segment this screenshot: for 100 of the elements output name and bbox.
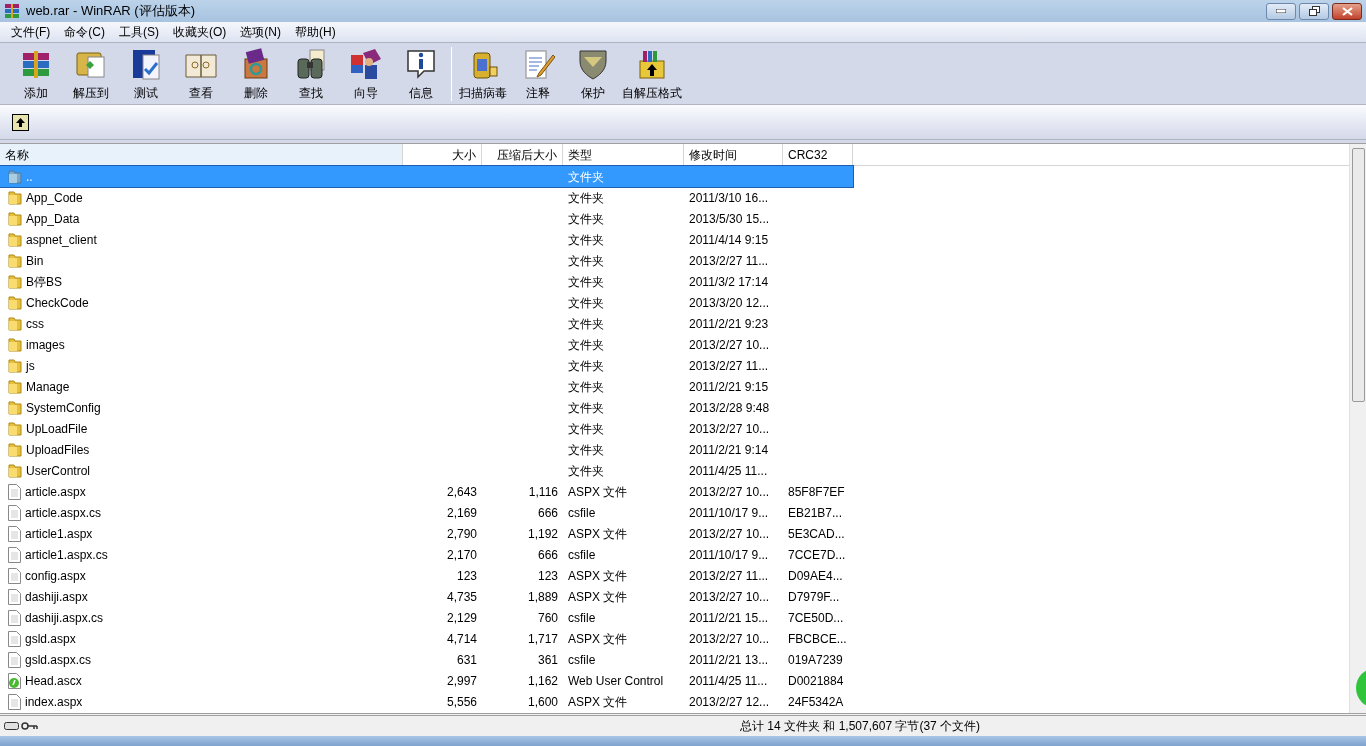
table-cell-text: UpLoadFile: [26, 420, 88, 438]
file-row[interactable]: App_Code 文件夹 2011/3/10 16...: [0, 187, 853, 208]
file-row[interactable]: App_Data 文件夹 2013/5/30 15...: [0, 208, 853, 229]
file-row[interactable]: gsld.aspx.cs 631 361 csfile 2011/2/21 13... 019A7239: [0, 649, 853, 670]
restore-button[interactable]: [1299, 2, 1329, 20]
drive-lock-icon: [4, 720, 38, 732]
toolbar-button[interactable]: 查找: [283, 47, 338, 103]
file-row[interactable]: images 文件夹 2013/2/27 10...: [0, 334, 853, 355]
table-cell-text: js: [26, 357, 35, 375]
close-button[interactable]: [1332, 2, 1362, 20]
table-cell-text: 2,169: [446, 504, 477, 522]
table-cell-text: 文件夹: [568, 168, 604, 186]
menu-item[interactable]: 文件(F): [4, 23, 58, 41]
table-cell-text: 2011/10/17 9...: [689, 546, 769, 564]
menu-item[interactable]: 帮助(H): [288, 23, 343, 41]
table-cell-text: csfile: [568, 651, 596, 669]
table-cell-text: 2011/2/21 9:14: [689, 441, 769, 459]
document-icon: [8, 546, 21, 563]
vertical-scrollbar[interactable]: [1349, 144, 1366, 713]
table-cell-text: App_Code: [26, 189, 83, 207]
table-cell-text: 2013/2/27 10...: [689, 630, 770, 648]
menu-item[interactable]: 命令(C): [57, 23, 112, 41]
column-header[interactable]: 名称: [0, 144, 403, 166]
folder-icon: [8, 442, 22, 457]
document-icon: [8, 483, 21, 500]
toolbar-button[interactable]: 删除: [228, 47, 283, 103]
file-row[interactable]: article1.aspx.cs 2,170 666 csfile 2011/10/17 9... 7CCE7D...: [0, 544, 853, 565]
table-cell-text: 2011/10/17 9...: [689, 504, 769, 522]
table-cell-text: 2013/2/27 10...: [689, 483, 770, 501]
toolbar-button[interactable]: 自解压格式: [620, 47, 684, 103]
file-row[interactable]: B停BS 文件夹 2011/3/2 17:14: [0, 271, 853, 292]
toolbar-button[interactable]: 测试: [118, 47, 173, 103]
table-cell-text: config.aspx: [25, 567, 86, 585]
menu-item[interactable]: 工具(S): [112, 23, 166, 41]
document-icon: [8, 672, 21, 689]
file-row[interactable]: Head.ascx 2,997 1,162 Web User Control 2011/4/25 11... D0021884: [0, 670, 853, 691]
folder-icon: [8, 337, 22, 352]
menu-item[interactable]: 收藏夹(O): [166, 23, 234, 41]
table-cell-text: 5,556: [446, 693, 477, 711]
table-cell-text: ASPX 文件: [568, 525, 628, 543]
table-cell-text: 1,162: [527, 672, 558, 690]
table-cell-text: 1,192: [527, 525, 558, 543]
toolbar-button[interactable]: 添加: [8, 47, 63, 103]
file-row[interactable]: aspnet_client 文件夹 2011/4/14 9:15: [0, 229, 853, 250]
folder-icon: [8, 169, 22, 184]
file-row[interactable]: Bin 文件夹 2013/2/27 11...: [0, 250, 853, 271]
file-row[interactable]: Manage 文件夹 2011/2/21 9:15: [0, 376, 853, 397]
document-icon: [8, 630, 21, 647]
file-row[interactable]: dashiji.aspx.cs 2,129 760 csfile 2011/2/21 15... 7CE50D...: [0, 607, 853, 628]
toolbar-button[interactable]: 保护: [565, 47, 620, 103]
file-row[interactable]: dashiji.aspx 4,735 1,889 ASPX 文件 2013/2/27 10... D7979F...: [0, 586, 853, 607]
table-cell-text: 2011/3/2 17:14: [689, 273, 769, 291]
folder-icon: [8, 379, 22, 394]
toolbar-button[interactable]: 查看: [173, 47, 228, 103]
up-folder-button[interactable]: [12, 113, 29, 131]
file-row[interactable]: article.aspx 2,643 1,116 ASPX 文件 2013/2/27 10... 85F8F7EF: [0, 481, 853, 502]
toolbar-button[interactable]: 信息: [393, 47, 448, 103]
table-cell-text: ASPX 文件: [568, 693, 628, 711]
table-cell-text: 123: [456, 567, 477, 585]
table-cell-text: 7CCE7D...: [788, 546, 846, 564]
table-cell-text: 2013/2/27 11...: [689, 567, 769, 585]
table-cell-text: D7979F...: [788, 588, 840, 606]
menu-item[interactable]: 选项(N): [233, 23, 288, 41]
folder-icon: [8, 232, 22, 247]
up-arrow-icon: [15, 116, 26, 128]
file-row[interactable]: gsld.aspx 4,714 1,717 ASPX 文件 2013/2/27 10... FBCBCE...: [0, 628, 853, 649]
restore-icon: [1308, 6, 1320, 16]
file-row[interactable]: CheckCode 文件夹 2013/3/20 12...: [0, 292, 853, 313]
file-row[interactable]: config.aspx 123 123 ASPX 文件 2013/2/27 11... D09AE4...: [0, 565, 853, 586]
folder-icon: [8, 253, 22, 268]
toolbar-button[interactable]: 解压到: [63, 47, 118, 103]
table-cell-text: 文件夹: [568, 210, 604, 228]
file-row[interactable]: UpLoadFile 文件夹 2013/2/27 10...: [0, 418, 853, 439]
table-cell-text: 1,717: [527, 630, 558, 648]
scroll-thumb[interactable]: [1351, 148, 1365, 402]
toolbar-button[interactable]: 向导: [338, 47, 393, 103]
toolbar-button[interactable]: 扫描病毒: [455, 47, 510, 103]
table-cell-text: index.aspx: [25, 693, 83, 711]
table-cell-text: 2,997: [446, 672, 477, 690]
file-row[interactable]: index.aspx 5,556 1,600 ASPX 文件 2013/2/27 12... 24F5342A: [0, 691, 853, 712]
minimize-button[interactable]: [1266, 2, 1296, 20]
file-row[interactable]: UserControl 文件夹 2011/4/25 11...: [0, 460, 853, 481]
table-cell-text: 文件夹: [568, 441, 604, 459]
table-cell-text: article.aspx.cs: [25, 504, 102, 522]
file-row[interactable]: js 文件夹 2013/2/27 11...: [0, 355, 853, 376]
table-cell-text: 文件夹: [568, 294, 604, 312]
table-cell-text: App_Data: [26, 210, 80, 228]
table-cell-text: 2011/4/14 9:15: [689, 231, 769, 249]
table-cell-text: ASPX 文件: [568, 588, 628, 606]
table-cell-text: 1,116: [528, 483, 558, 501]
file-row[interactable]: SystemConfig 文件夹 2013/2/28 9:48: [0, 397, 853, 418]
table-cell-text: 文件夹: [568, 273, 604, 291]
document-icon: [8, 567, 21, 584]
file-row[interactable]: UploadFiles 文件夹 2011/2/21 9:14: [0, 439, 853, 460]
file-row[interactable]: article.aspx.cs 2,169 666 csfile 2011/10/17 9... EB21B7...: [0, 502, 853, 523]
toolbar-button[interactable]: 注释: [510, 47, 565, 103]
file-row[interactable]: article1.aspx 2,790 1,192 ASPX 文件 2013/2/27 10... 5E3CAD...: [0, 523, 853, 544]
table-cell-text: 2013/3/20 12...: [689, 294, 770, 312]
file-row[interactable]: css 文件夹 2011/2/21 9:23: [0, 313, 853, 334]
table-cell-text: 85F8F7EF: [788, 483, 845, 501]
